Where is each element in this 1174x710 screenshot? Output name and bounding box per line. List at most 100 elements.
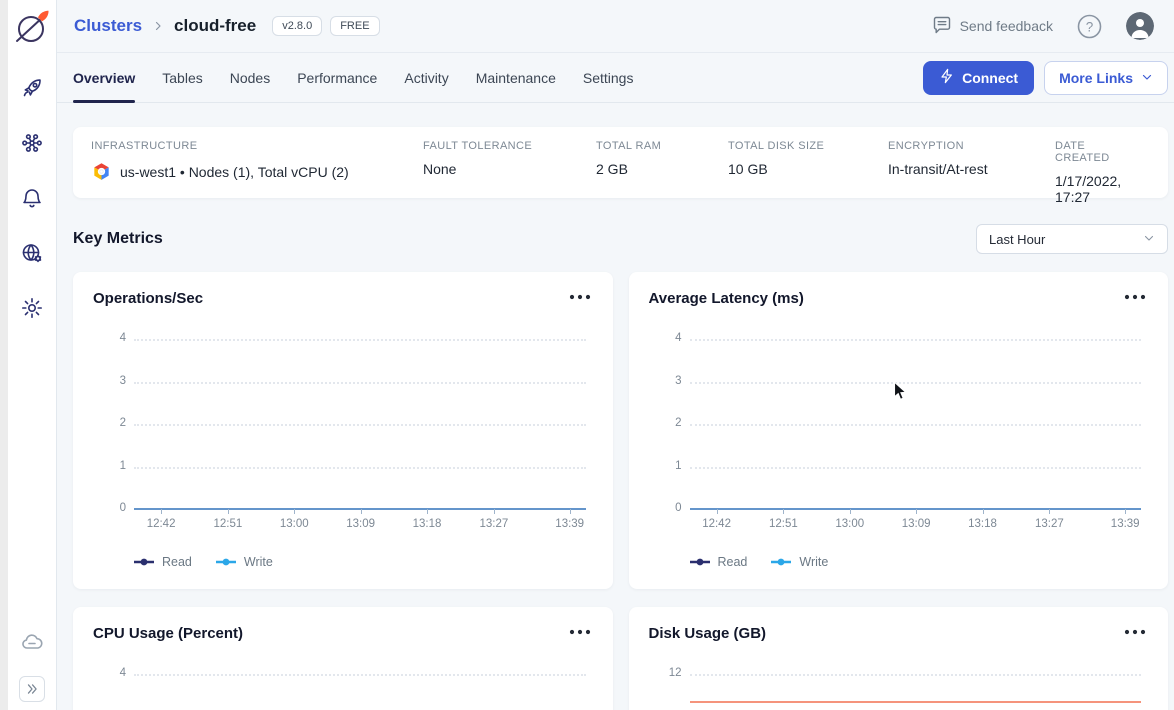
info-field-value: None bbox=[423, 161, 586, 177]
x-axis-tick-label: 13:27 bbox=[479, 518, 508, 530]
x-axis-tick bbox=[1125, 509, 1126, 514]
cloud-icon[interactable] bbox=[20, 630, 44, 654]
time-range-value: Last Hour bbox=[989, 232, 1045, 247]
x-axis-tick-label: 13:27 bbox=[1035, 518, 1064, 530]
cluster-info-card: INFRASTRUCTUREus-west1 • Nodes (1), Tota… bbox=[73, 127, 1168, 198]
cockroach-cloud-logo[interactable] bbox=[0, 0, 57, 56]
x-axis-tick bbox=[1049, 509, 1050, 514]
x-axis-tick-label: 13:39 bbox=[555, 518, 584, 530]
legend-item-read: Read bbox=[690, 555, 748, 569]
tab-activity[interactable]: Activity bbox=[404, 53, 448, 103]
chart-title: CPU Usage (Percent) bbox=[93, 625, 243, 642]
tab-tables[interactable]: Tables bbox=[162, 53, 202, 103]
bell-icon[interactable] bbox=[20, 186, 44, 210]
sidebar bbox=[0, 0, 57, 710]
chart-plot-area: 4 bbox=[134, 674, 586, 710]
x-axis-tick-label: 13:18 bbox=[968, 518, 997, 530]
key-metrics-title: Key Metrics bbox=[73, 230, 163, 248]
chart-card-disk-usage-gb-: Disk Usage (GB)12 bbox=[629, 607, 1169, 710]
cluster-name: cloud-free bbox=[174, 16, 256, 36]
tabs-bar: Overview Tables Nodes Performance Activity Ma… bbox=[57, 53, 1174, 103]
chart-card-cpu-usage-percent-: CPU Usage (Percent) 4 bbox=[73, 607, 613, 710]
x-axis-tick-label: 12:51 bbox=[769, 518, 798, 530]
cluster-tabs: Overview Tables Nodes Performance Activity Ma… bbox=[73, 53, 660, 103]
legend-item-write: Write bbox=[771, 555, 828, 569]
tab-settings[interactable]: Settings bbox=[583, 53, 634, 103]
legend-marker-icon bbox=[134, 558, 154, 566]
tab-nodes[interactable]: Nodes bbox=[230, 53, 270, 103]
feedback-bubble-icon bbox=[932, 15, 952, 38]
bolt-icon bbox=[939, 68, 955, 87]
info-field-date-created: DATE CREATED1/17/2022, 17:27 bbox=[1055, 140, 1150, 185]
legend-item-write: Write bbox=[216, 555, 273, 569]
info-field-value: 2 GB bbox=[596, 161, 718, 177]
x-axis-tick-label: 13:00 bbox=[280, 518, 309, 530]
planet-rocket-logo-icon bbox=[12, 8, 52, 48]
y-axis-tick-label: 0 bbox=[94, 502, 126, 514]
chart-menu-button[interactable] bbox=[567, 625, 593, 639]
info-field-fault-tolerance: FAULT TOLERANCENone bbox=[423, 140, 596, 185]
x-axis-tick-label: 12:51 bbox=[214, 518, 243, 530]
info-field-infrastructure: INFRASTRUCTUREus-west1 • Nodes (1), Tota… bbox=[91, 140, 423, 185]
y-axis-tick-label: 12 bbox=[650, 667, 682, 679]
breadcrumb-clusters-link[interactable]: Clusters bbox=[74, 16, 142, 36]
chart-title: Average Latency (ms) bbox=[649, 290, 804, 307]
x-axis-tick bbox=[361, 509, 362, 514]
more-links-label: More Links bbox=[1059, 70, 1133, 86]
y-axis-tick-label: 4 bbox=[94, 667, 126, 679]
info-field-total-disk-size: TOTAL DISK SIZE10 GB bbox=[728, 140, 888, 185]
content-column: Clusters cloud-free v2.8.0 FREE bbox=[57, 0, 1174, 710]
chart-plot-area: 12 bbox=[690, 674, 1142, 710]
chevron-right-icon bbox=[152, 20, 164, 32]
chart-menu-button[interactable] bbox=[567, 290, 593, 304]
plan-badge: FREE bbox=[330, 16, 379, 36]
help-button[interactable]: ? bbox=[1077, 14, 1102, 39]
x-axis-tick bbox=[294, 509, 295, 514]
more-links-button[interactable]: More Links bbox=[1044, 61, 1168, 95]
chart-legend: Read Write bbox=[134, 555, 273, 569]
y-axis-tick-label: 3 bbox=[94, 375, 126, 387]
tab-overview[interactable]: Overview bbox=[73, 53, 135, 103]
chart-title: Operations/Sec bbox=[93, 290, 203, 307]
x-axis-tick bbox=[494, 509, 495, 514]
gear-icon[interactable] bbox=[20, 296, 44, 320]
x-axis-tick bbox=[717, 509, 718, 514]
top-header: Clusters cloud-free v2.8.0 FREE bbox=[57, 0, 1174, 53]
y-axis-tick-label: 3 bbox=[650, 375, 682, 387]
gcp-icon bbox=[91, 161, 112, 182]
x-axis-tick-label: 12:42 bbox=[702, 518, 731, 530]
capacity-limit-line bbox=[690, 701, 1142, 703]
chart-card-average-latency-ms-: Average Latency (ms)4321012:4212:5113:00… bbox=[629, 272, 1169, 589]
globe-gear-icon[interactable] bbox=[20, 241, 44, 265]
info-field-value: 1/17/2022, 17:27 bbox=[1055, 173, 1140, 205]
time-range-select[interactable]: Last Hour bbox=[976, 224, 1168, 254]
chart-menu-button[interactable] bbox=[1122, 290, 1148, 304]
info-field-value: us-west1 • Nodes (1), Total vCPU (2) bbox=[91, 161, 413, 182]
x-axis-tick bbox=[570, 509, 571, 514]
gridline bbox=[134, 339, 586, 341]
tab-performance[interactable]: Performance bbox=[297, 53, 377, 103]
y-axis-tick-label: 1 bbox=[650, 460, 682, 472]
legend-item-read: Read bbox=[134, 555, 192, 569]
x-axis-tick-label: 13:18 bbox=[413, 518, 442, 530]
info-field-value: 10 GB bbox=[728, 161, 878, 177]
gridline bbox=[134, 467, 586, 469]
tab-maintenance[interactable]: Maintenance bbox=[476, 53, 556, 103]
rocket-icon[interactable] bbox=[20, 76, 44, 100]
legend-marker-icon bbox=[771, 558, 791, 566]
gridline bbox=[690, 674, 1142, 676]
gridline bbox=[134, 424, 586, 426]
info-field-total-ram: TOTAL RAM2 GB bbox=[596, 140, 728, 185]
sidebar-expand-button[interactable] bbox=[19, 676, 45, 702]
main-area: INFRASTRUCTUREus-west1 • Nodes (1), Tota… bbox=[57, 103, 1174, 710]
send-feedback-button[interactable]: Send feedback bbox=[932, 15, 1053, 38]
gridline bbox=[690, 467, 1142, 469]
gridline bbox=[690, 339, 1142, 341]
avatar[interactable] bbox=[1126, 12, 1154, 40]
network-icon[interactable] bbox=[20, 131, 44, 155]
y-axis-tick-label: 0 bbox=[650, 502, 682, 514]
connect-button[interactable]: Connect bbox=[923, 61, 1034, 95]
chart-menu-button[interactable] bbox=[1122, 625, 1148, 639]
chart-card-operations-sec: Operations/Sec 4321012:4212:5113:0013:091… bbox=[73, 272, 613, 589]
chart-plot-area: 4321012:4212:5113:0013:0913:1813:2713:39 bbox=[134, 339, 586, 509]
